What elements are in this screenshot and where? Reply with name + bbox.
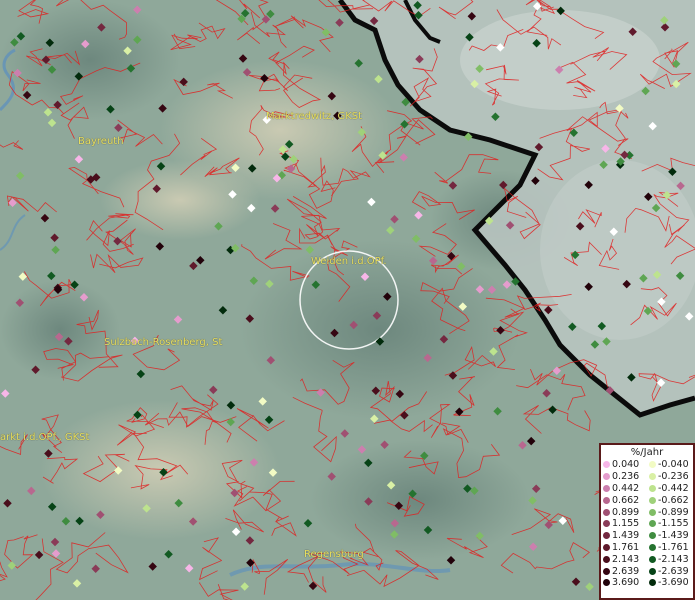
legend-positive-column: 0.040 0.236 0.442 0.662 0.899 1.155 1.439 1.761… bbox=[601, 459, 647, 589]
legend-label: 0.899 bbox=[612, 506, 640, 518]
legend-swatch bbox=[603, 555, 610, 563]
legend-label: -0.899 bbox=[658, 506, 689, 518]
legend-label: -1.155 bbox=[658, 518, 689, 530]
legend-label: -3.690 bbox=[658, 577, 689, 589]
legend-swatch bbox=[649, 532, 656, 540]
legend-swatch bbox=[649, 508, 656, 516]
legend-swatch bbox=[603, 567, 610, 575]
legend-swatch bbox=[649, 520, 656, 528]
legend-swatch bbox=[649, 579, 656, 587]
legend-swatch bbox=[603, 484, 610, 492]
map-legend: %/Jahr 0.040 0.236 0.442 0.662 0.899 1.155 1.4… bbox=[599, 443, 695, 600]
city-label-neumarkt: arkt i.d.OPf., GKSt bbox=[0, 432, 90, 443]
legend-swatch bbox=[649, 461, 656, 469]
legend-label: 1.155 bbox=[612, 518, 640, 530]
legend-swatch bbox=[649, 543, 656, 551]
legend-entry: -3.690 bbox=[647, 577, 693, 589]
legend-title: %/Jahr bbox=[630, 447, 664, 458]
city-label-sulzbach-rosenberg: Sulzbach-Rosenberg, St bbox=[104, 337, 223, 348]
legend-label: -0.040 bbox=[658, 459, 689, 471]
legend-entry: -1.155 bbox=[647, 518, 693, 530]
legend-label: -0.662 bbox=[658, 494, 689, 506]
legend-entry: 0.040 bbox=[601, 459, 647, 471]
legend-swatch bbox=[649, 473, 656, 481]
legend-entry: -0.899 bbox=[647, 506, 693, 518]
legend-swatch bbox=[649, 496, 656, 504]
legend-label: 3.690 bbox=[612, 577, 640, 589]
legend-swatch bbox=[603, 579, 610, 587]
legend-swatch bbox=[603, 473, 610, 481]
legend-entry: -2.639 bbox=[647, 565, 693, 577]
legend-swatch bbox=[649, 555, 656, 563]
legend-entry: 0.899 bbox=[601, 506, 647, 518]
legend-label: 0.236 bbox=[612, 471, 640, 483]
legend-swatch bbox=[603, 532, 610, 540]
legend-swatch bbox=[603, 496, 610, 504]
legend-entry: -1.439 bbox=[647, 530, 693, 542]
legend-entry: -1.761 bbox=[647, 542, 693, 554]
terrain-layer bbox=[0, 0, 695, 600]
legend-label: 0.442 bbox=[612, 482, 640, 494]
legend-entry: 3.690 bbox=[601, 577, 647, 589]
legend-label: 0.040 bbox=[612, 459, 640, 471]
legend-entry: -2.143 bbox=[647, 553, 693, 565]
legend-entry: 0.236 bbox=[601, 471, 647, 483]
city-label-regensburg: Regensburg bbox=[304, 549, 364, 560]
legend-entry: 0.662 bbox=[601, 494, 647, 506]
legend-label: -2.143 bbox=[658, 553, 689, 565]
legend-swatch bbox=[603, 520, 610, 528]
legend-entry: -0.236 bbox=[647, 471, 693, 483]
legend-entry: -0.040 bbox=[647, 459, 693, 471]
legend-label: 0.662 bbox=[612, 494, 640, 506]
legend-swatch bbox=[603, 508, 610, 516]
legend-entry: 1.155 bbox=[601, 518, 647, 530]
legend-label: -1.761 bbox=[658, 541, 689, 553]
city-label-weiden: Weiden i.d.OPf. bbox=[311, 256, 387, 267]
legend-swatch bbox=[649, 484, 656, 492]
legend-negative-column: -0.040 -0.236 -0.442 -0.662 -0.899 -1.155 -1.4… bbox=[647, 459, 693, 589]
legend-entry: 2.143 bbox=[601, 553, 647, 565]
city-label-bayreuth: Bayreuth bbox=[78, 136, 124, 147]
legend-entry: 1.439 bbox=[601, 530, 647, 542]
legend-label: 1.761 bbox=[612, 541, 640, 553]
map-canvas[interactable]: Bayreuth Marktredwitz, GKSt Weiden i.d.O… bbox=[0, 0, 695, 600]
legend-entry: 1.761 bbox=[601, 542, 647, 554]
legend-swatch bbox=[603, 461, 610, 469]
legend-label: -0.442 bbox=[658, 482, 689, 494]
legend-label: -0.236 bbox=[658, 471, 689, 483]
legend-entry: 2.639 bbox=[601, 565, 647, 577]
legend-label: -1.439 bbox=[658, 530, 689, 542]
legend-label: -2.639 bbox=[658, 565, 689, 577]
legend-swatch bbox=[649, 567, 656, 575]
legend-entry: -0.442 bbox=[647, 483, 693, 495]
legend-label: 2.143 bbox=[612, 553, 640, 565]
legend-entry: 0.442 bbox=[601, 483, 647, 495]
legend-entry: -0.662 bbox=[647, 494, 693, 506]
legend-label: 1.439 bbox=[612, 530, 640, 542]
legend-swatch bbox=[603, 543, 610, 551]
legend-label: 2.639 bbox=[612, 565, 640, 577]
city-label-marktredwitz: Marktredwitz, GKSt bbox=[266, 111, 363, 122]
